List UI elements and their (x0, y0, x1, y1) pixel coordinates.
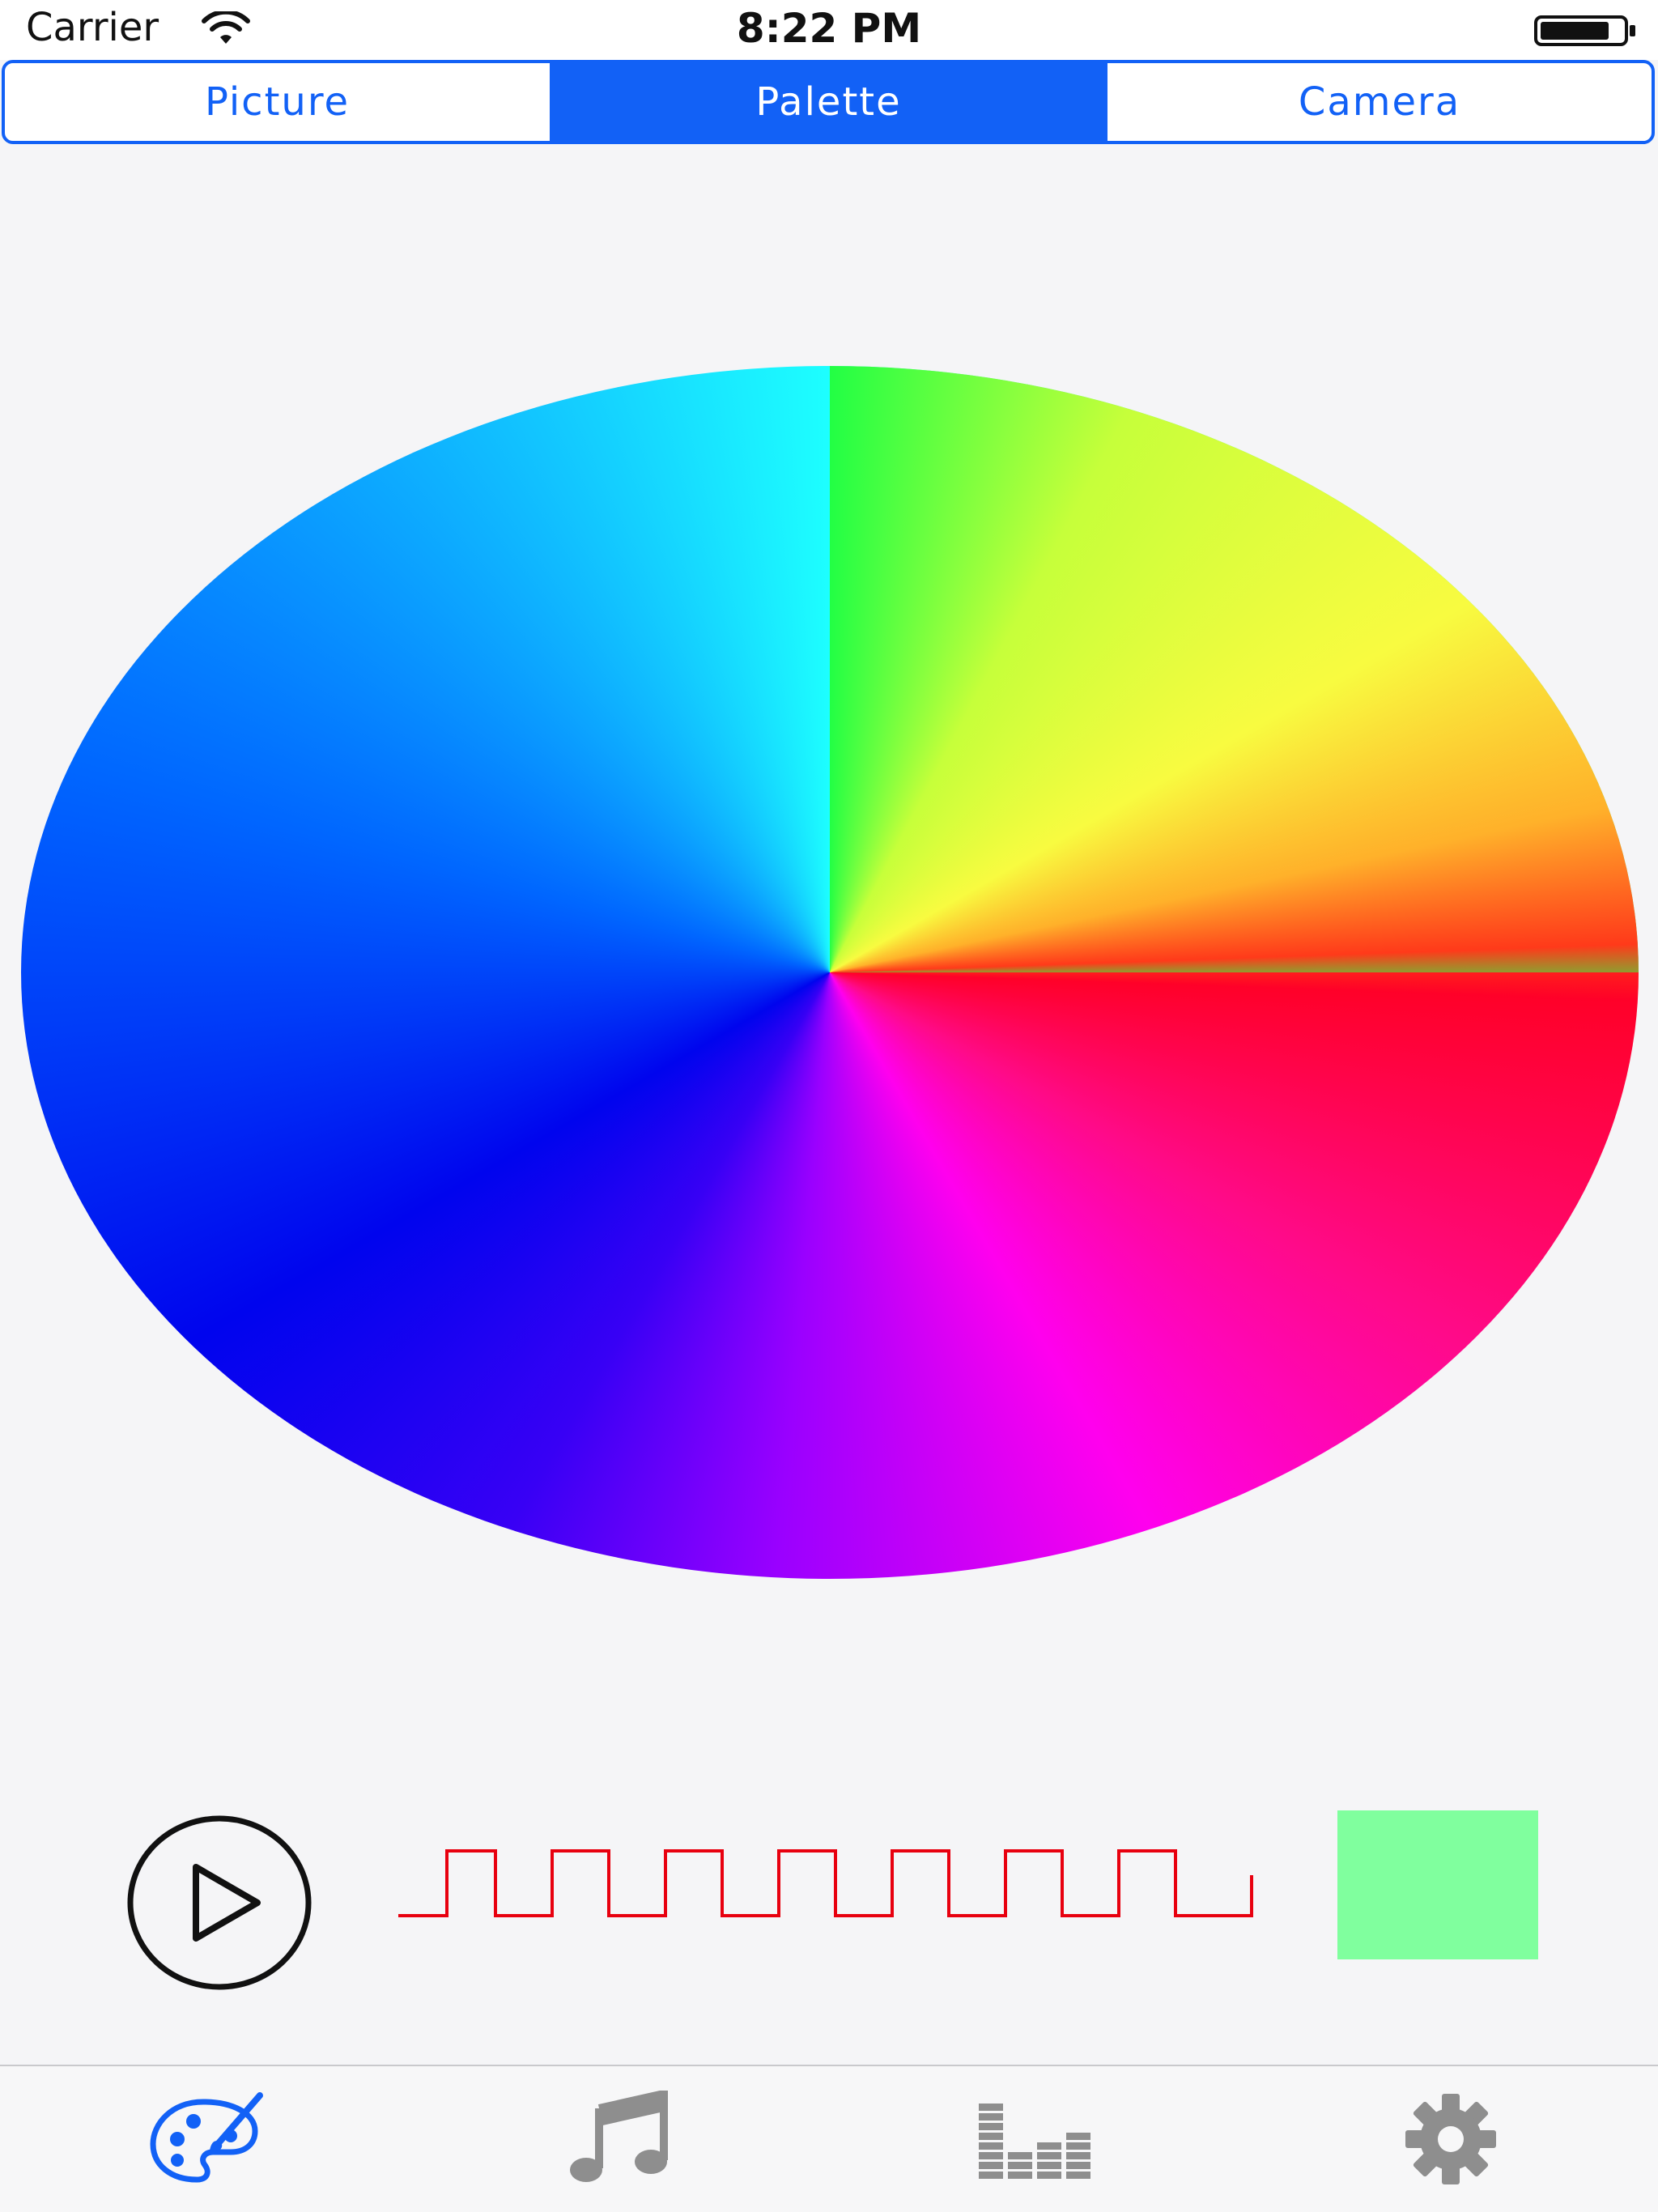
status-bar: Carrier 8:22 PM (0, 0, 1658, 60)
equalizer-icon (979, 2104, 1090, 2179)
color-wheel-overlay (21, 366, 1639, 1579)
square-wave-display (398, 1849, 1253, 1917)
tab-settings[interactable] (1370, 2066, 1532, 2212)
segment-camera[interactable]: Camera (1107, 63, 1652, 141)
play-icon (193, 1864, 261, 1942)
play-button[interactable] (126, 1814, 312, 1992)
tab-palette[interactable] (126, 2066, 288, 2212)
source-segmented-control: Picture Palette Camera (2, 60, 1655, 144)
segment-palette[interactable]: Palette (552, 63, 1107, 141)
tab-music[interactable] (539, 2066, 701, 2212)
segment-picture[interactable]: Picture (5, 63, 552, 141)
palette-icon (150, 2092, 263, 2183)
tab-bar (0, 2065, 1658, 2212)
clock-label: 8:22 PM (736, 5, 922, 52)
selected-color-swatch (1337, 1810, 1538, 1959)
palette-screen: Carrier 8:22 PM Picture Palette Camera (0, 0, 1658, 2212)
battery-icon (1534, 15, 1635, 46)
music-note-icon (570, 2091, 668, 2182)
tab-equalizer[interactable] (955, 2066, 1117, 2212)
gear-icon (1405, 2094, 1496, 2184)
